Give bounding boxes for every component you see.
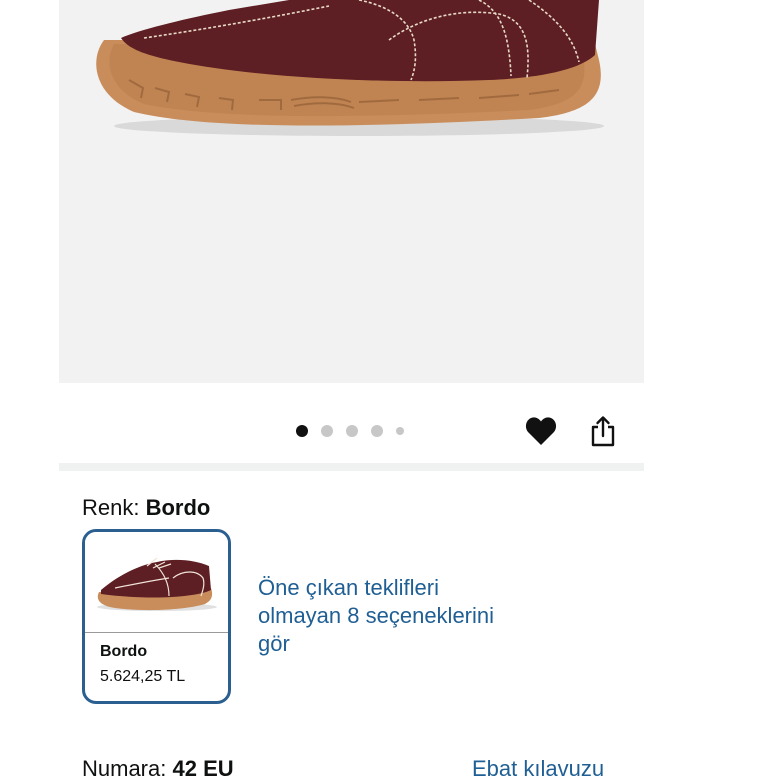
swatch-shoe-image — [97, 557, 217, 611]
color-swatch-bordo[interactable]: Bordo 5.624,25 TL — [82, 529, 231, 704]
size-guide-link[interactable]: Ebat kılavuzu — [472, 755, 604, 783]
carousel-dot-2[interactable] — [321, 425, 333, 437]
selected-size: 42 EU — [172, 756, 234, 781]
favorite-button[interactable] — [523, 413, 559, 449]
see-more-options-link[interactable]: Öne çıkan teklifleri olmayan 8 seçenekle… — [258, 574, 498, 658]
size-label-prefix: Numara: — [82, 756, 173, 781]
carousel-dot-5[interactable] — [396, 427, 404, 435]
heart-icon — [525, 417, 557, 445]
shoe-image — [96, 0, 604, 136]
swatch-image — [85, 532, 228, 632]
selected-color: Bordo — [145, 495, 211, 520]
color-label-prefix: Renk: — [82, 495, 146, 520]
product-page: Renk: Bordo Bordo 5.624,25 TL Öne çıkan … — [0, 0, 768, 781]
carousel-dot-3[interactable] — [346, 425, 358, 437]
swatch-divider — [85, 632, 228, 633]
size-label: Numara: 42 EU — [82, 755, 234, 783]
product-image[interactable] — [59, 0, 644, 383]
carousel-dot-1[interactable] — [296, 425, 308, 437]
color-label: Renk: Bordo — [82, 494, 210, 522]
carousel-dot-4[interactable] — [371, 425, 383, 437]
carousel-controls — [59, 405, 644, 457]
section-divider — [59, 463, 644, 471]
swatch-price: 5.624,25 TL — [100, 668, 186, 685]
share-icon — [591, 416, 615, 447]
share-button[interactable] — [585, 413, 621, 449]
carousel-dots — [296, 424, 404, 438]
swatch-name: Bordo — [100, 643, 148, 660]
